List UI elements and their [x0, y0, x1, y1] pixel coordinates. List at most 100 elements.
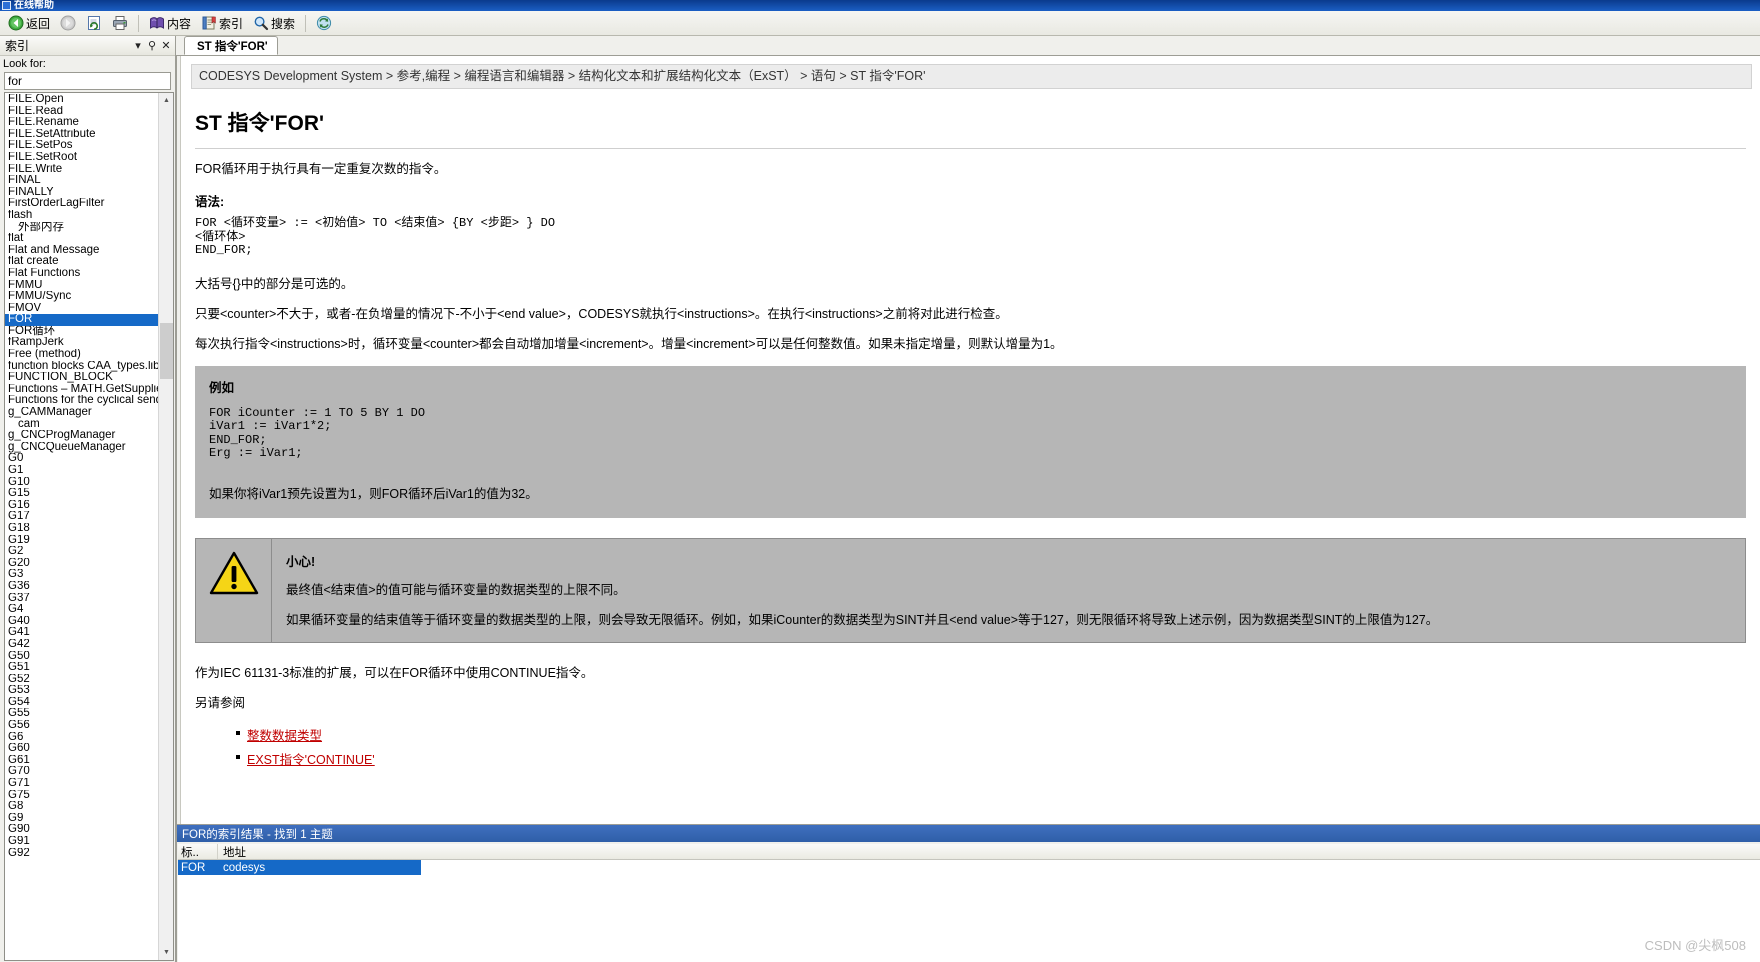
scrollbar-thumb[interactable]	[160, 323, 173, 379]
index-list-item[interactable]: G36	[5, 581, 158, 593]
continue-paragraph: 作为IEC 61131-3标准的扩展，可以在FOR循环中使用CONTINUE指令…	[195, 665, 594, 680]
index-list-item[interactable]: G42	[5, 639, 158, 651]
index-list-item[interactable]: G54	[5, 697, 158, 709]
contents-button[interactable]: 内容	[145, 13, 195, 34]
back-button[interactable]: 返回	[4, 13, 54, 34]
index-button[interactable]: 索引	[197, 13, 247, 34]
intro-paragraph: FOR循环用于执行具有一定重复次数的指令。	[195, 162, 447, 176]
index-list-item[interactable]: cam	[5, 419, 158, 431]
lookfor-input[interactable]	[4, 72, 171, 90]
index-list-item[interactable]: fRampJerk	[5, 337, 158, 349]
warning-triangle-icon	[209, 551, 258, 594]
index-list-item[interactable]: FILE.SetAttribute	[5, 129, 158, 141]
warning-title: 小心!	[286, 554, 316, 569]
index-list-item[interactable]: G55	[5, 708, 158, 720]
index-list-item[interactable]: FILE.Read	[5, 106, 158, 118]
index-list-item[interactable]: Functions for the cyclical sending of m	[5, 395, 158, 407]
index-list-item[interactable]: G17	[5, 511, 158, 523]
index-list-item[interactable]: FOR	[5, 314, 158, 326]
index-list-item[interactable]: FirstOrderLagFilter	[5, 198, 158, 210]
index-list-item[interactable]: G20	[5, 558, 158, 570]
index-list-item[interactable]: g_CNCProgManager	[5, 430, 158, 442]
index-list-item[interactable]: function blocks CAA_types.library	[5, 361, 158, 373]
index-list-item[interactable]: FMMU	[5, 280, 158, 292]
index-list-item[interactable]: FILE.Write	[5, 164, 158, 176]
index-list-item[interactable]: G51	[5, 662, 158, 674]
index-list-item[interactable]: Functions – MATH.GetSupplierVersion	[5, 384, 158, 396]
seealso-link-continue[interactable]: EXST指令'CONTINUE'	[247, 753, 375, 767]
window-title: 在线帮助	[14, 0, 54, 11]
index-list-item[interactable]: G90	[5, 824, 158, 836]
index-list-item[interactable]: FMMU/Sync	[5, 291, 158, 303]
chevron-down-icon[interactable]: ▾	[131, 39, 145, 53]
index-list-item[interactable]: G53	[5, 685, 158, 697]
magnifier-icon	[254, 16, 269, 31]
seealso-link-integer-types[interactable]: 整数数据类型	[247, 729, 322, 743]
column-header-title[interactable]: 标..	[178, 844, 218, 859]
index-list-item[interactable]: G60	[5, 743, 158, 755]
index-list-item[interactable]: FINALLY	[5, 187, 158, 199]
index-list-item[interactable]: G6	[5, 732, 158, 744]
index-list-item[interactable]: FMOV	[5, 303, 158, 315]
forward-button[interactable]	[56, 13, 80, 34]
index-list-item[interactable]: flat	[5, 233, 158, 245]
index-results-table: 标.. 地址 FOR codesys	[178, 844, 1760, 962]
index-list-item[interactable]: FUNCTION_BLOCK	[5, 372, 158, 384]
index-list-item[interactable]: G10	[5, 477, 158, 489]
index-list-item[interactable]: G56	[5, 720, 158, 732]
index-list-item[interactable]: G75	[5, 790, 158, 802]
scroll-up-icon[interactable]: ▲	[159, 93, 173, 108]
index-list-item[interactable]: G9	[5, 813, 158, 825]
index-list-item[interactable]: G71	[5, 778, 158, 790]
index-list-item[interactable]: g_CNCQueueManager	[5, 442, 158, 454]
document-scroll-area[interactable]: CODESYS Development System > 参考,编程 > 编程语…	[181, 56, 1760, 824]
index-list-item[interactable]: G1	[5, 465, 158, 477]
index-list-item[interactable]: FILE.Open	[5, 94, 158, 106]
index-list-item[interactable]: G3	[5, 569, 158, 581]
close-icon[interactable]: ✕	[159, 39, 173, 53]
index-list-item[interactable]: G2	[5, 546, 158, 558]
index-list-item[interactable]: G37	[5, 593, 158, 605]
index-list-scrollbar[interactable]: ▲ ▼	[158, 93, 173, 960]
index-list-item[interactable]: G61	[5, 755, 158, 767]
warning-line-1: 最终值<结束值>的值可能与循环变量的数据类型的上限不同。	[286, 582, 626, 597]
index-list-item[interactable]: G16	[5, 500, 158, 512]
book-contents-icon	[150, 17, 165, 29]
index-list-item[interactable]: FILE.SetPos	[5, 140, 158, 152]
index-list-item[interactable]: G52	[5, 674, 158, 686]
index-list-item[interactable]: G8	[5, 801, 158, 813]
index-list-item[interactable]: G91	[5, 836, 158, 848]
refresh-button[interactable]	[82, 13, 106, 34]
column-header-location[interactable]: 地址	[218, 844, 418, 859]
print-button[interactable]	[108, 13, 132, 34]
index-list[interactable]: FILE.Open FILE.Read FILE.Rename FILE.SetAtt…	[5, 93, 158, 960]
index-list-item[interactable]: G18	[5, 523, 158, 535]
index-list-item[interactable]: FILE.Rename	[5, 117, 158, 129]
index-list-item[interactable]: Flat Functions	[5, 268, 158, 280]
index-list-item[interactable]: G92	[5, 848, 158, 860]
index-list-item[interactable]: G40	[5, 616, 158, 628]
index-list-item[interactable]: Flat and Message	[5, 245, 158, 257]
index-list-item[interactable]: FILE.SetRoot	[5, 152, 158, 164]
index-list-item[interactable]: flat create	[5, 256, 158, 268]
index-list-item[interactable]: G4	[5, 604, 158, 616]
index-list-item[interactable]: Free (method)	[5, 349, 158, 361]
index-list-item[interactable]: FINAL	[5, 175, 158, 187]
tab-st-for[interactable]: ST 指令'FOR'	[184, 36, 278, 55]
index-list-item[interactable]: G15	[5, 488, 158, 500]
index-list-item[interactable]: 外部内存	[5, 222, 158, 234]
example-box: 例如 FOR iCounter := 1 TO 5 BY 1 DO iVar1 …	[195, 365, 1746, 518]
index-list-item[interactable]: g_CAMManager	[5, 407, 158, 419]
index-list-item[interactable]: G70	[5, 766, 158, 778]
index-list-item[interactable]: G0	[5, 453, 158, 465]
index-list-item[interactable]: flash	[5, 210, 158, 222]
table-row[interactable]: FOR codesys	[178, 860, 421, 875]
sync-toc-button[interactable]	[312, 13, 336, 34]
index-list-item[interactable]: FOR循环	[5, 326, 158, 338]
index-list-item[interactable]: G50	[5, 651, 158, 663]
index-list-item[interactable]: G19	[5, 535, 158, 547]
index-list-item[interactable]: G41	[5, 627, 158, 639]
scroll-down-icon[interactable]: ▼	[159, 945, 173, 960]
pin-icon[interactable]: ⚲	[145, 39, 159, 53]
search-button[interactable]: 搜索	[249, 13, 299, 34]
